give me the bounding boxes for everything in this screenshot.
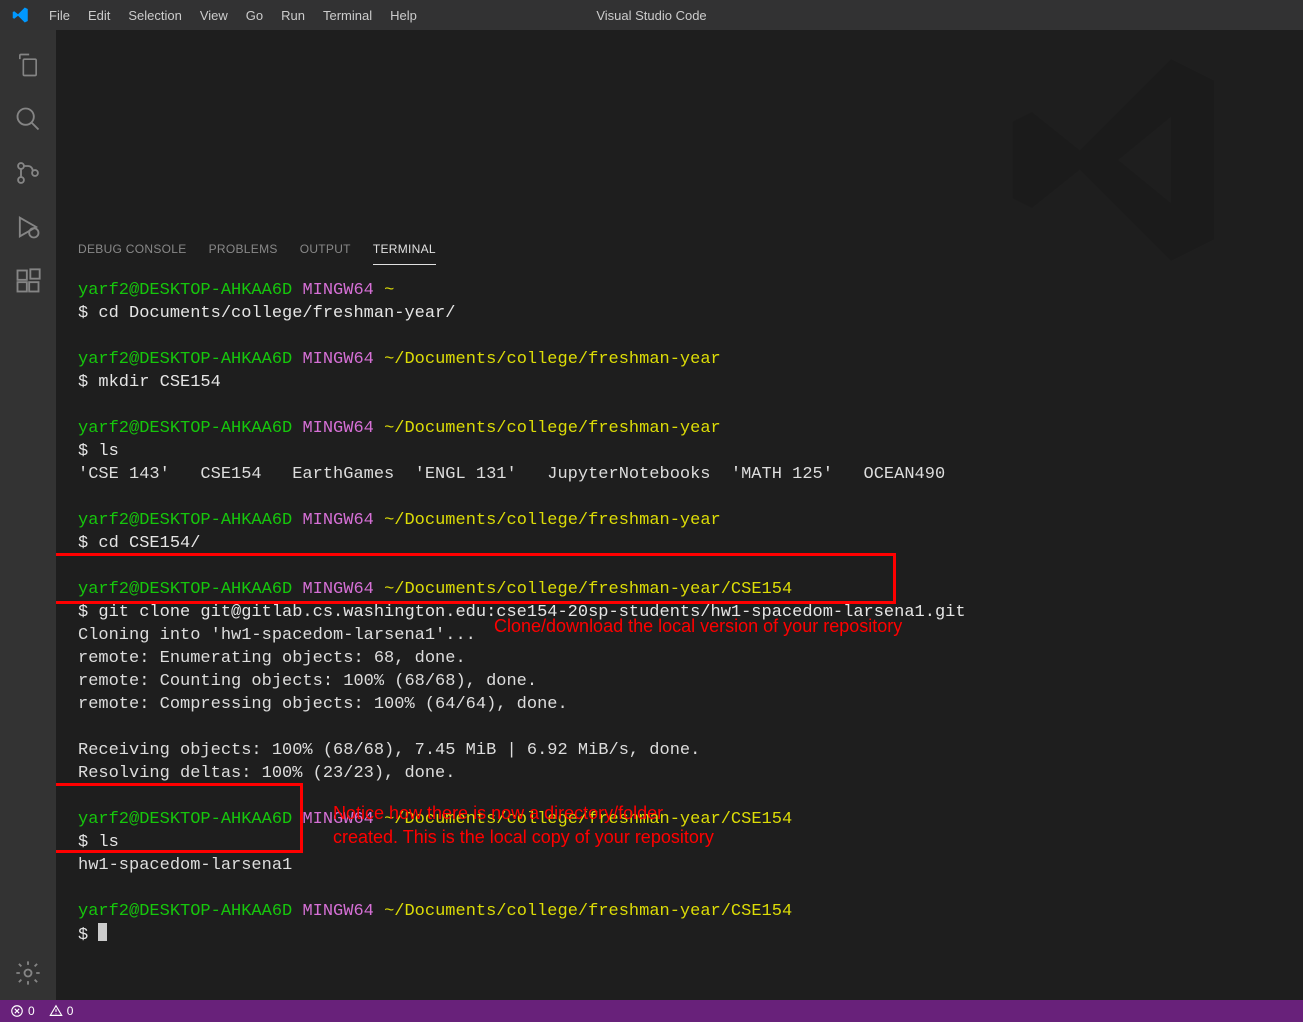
bottom-panel: DEBUG CONSOLE PROBLEMS OUTPUT TERMINAL y…: [56, 230, 1303, 1000]
activity-bar: [0, 30, 56, 1000]
menubar: File Edit Selection View Go Run Terminal…: [0, 0, 1303, 30]
settings-gear-icon[interactable]: [4, 946, 52, 1000]
annotation-text-ls: Notice how there is now a directory/fold…: [333, 801, 714, 849]
source-control-icon[interactable]: [4, 146, 52, 200]
window-title: Visual Studio Code: [596, 8, 706, 23]
menu-terminal[interactable]: Terminal: [314, 2, 381, 29]
tab-debug-console[interactable]: DEBUG CONSOLE: [78, 238, 187, 265]
terminal-command-line: $ mkdir CSE154: [78, 371, 1281, 394]
terminal-blank-line: [78, 325, 1281, 348]
terminal-output-line: Resolving deltas: 100% (23/23), done.: [78, 762, 1281, 785]
search-icon[interactable]: [4, 92, 52, 146]
menu-selection[interactable]: Selection: [119, 2, 190, 29]
terminal-prompt-line: yarf2@DESKTOP-AHKAA6D MINGW64 ~/Document…: [78, 509, 1281, 532]
terminal-view[interactable]: yarf2@DESKTOP-AHKAA6D MINGW64 ~$ cd Docu…: [56, 265, 1303, 1000]
explorer-icon[interactable]: [4, 38, 52, 92]
terminal-output-line: hw1-spacedom-larsena1: [78, 854, 1281, 877]
terminal-output-line: Receiving objects: 100% (68/68), 7.45 Mi…: [78, 739, 1281, 762]
editor-area: DEBUG CONSOLE PROBLEMS OUTPUT TERMINAL y…: [56, 30, 1303, 1000]
vscode-watermark-icon: [56, 20, 1303, 220]
menu-edit[interactable]: Edit: [79, 2, 119, 29]
menu-help[interactable]: Help: [381, 2, 426, 29]
terminal-prompt-line: yarf2@DESKTOP-AHKAA6D MINGW64 ~/Document…: [78, 348, 1281, 371]
terminal-blank-line: [78, 555, 1281, 578]
tab-terminal[interactable]: TERMINAL: [373, 238, 436, 265]
terminal-prompt-line: yarf2@DESKTOP-AHKAA6D MINGW64 ~: [78, 279, 1281, 302]
annotation-text-clone: Clone/download the local version of your…: [494, 614, 902, 638]
terminal-blank-line: [78, 486, 1281, 509]
terminal-prompt-line: yarf2@DESKTOP-AHKAA6D MINGW64 ~/Document…: [78, 417, 1281, 440]
terminal-command-line: $ cd CSE154/: [78, 532, 1281, 555]
status-errors[interactable]: 0: [10, 1004, 35, 1018]
tab-problems[interactable]: PROBLEMS: [209, 238, 278, 265]
menu-file[interactable]: File: [40, 2, 79, 29]
menu-view[interactable]: View: [191, 2, 237, 29]
terminal-blank-line: [78, 394, 1281, 417]
terminal-command-line: $ cd Documents/college/freshman-year/: [78, 302, 1281, 325]
vscode-logo-icon: [12, 6, 30, 24]
terminal-output-line: 'CSE 143' CSE154 EarthGames 'ENGL 131' J…: [78, 463, 1281, 486]
status-warnings[interactable]: 0: [49, 1004, 74, 1018]
menu-go[interactable]: Go: [237, 2, 272, 29]
terminal-output-line: remote: Enumerating objects: 68, done.: [78, 647, 1281, 670]
terminal-output-line: remote: Counting objects: 100% (68/68), …: [78, 670, 1281, 693]
terminal-prompt-line: yarf2@DESKTOP-AHKAA6D MINGW64 ~/Document…: [78, 900, 1281, 923]
terminal-blank-line: [78, 877, 1281, 900]
panel-tabs: DEBUG CONSOLE PROBLEMS OUTPUT TERMINAL: [56, 230, 1303, 265]
terminal-output-line: [78, 716, 1281, 739]
menu-run[interactable]: Run: [272, 2, 314, 29]
tab-output[interactable]: OUTPUT: [300, 238, 351, 265]
status-errors-count: 0: [28, 1004, 35, 1018]
terminal-cursor: [98, 923, 107, 941]
status-warnings-count: 0: [67, 1004, 74, 1018]
terminal-command-line: $: [78, 923, 1281, 947]
terminal-prompt-line: yarf2@DESKTOP-AHKAA6D MINGW64 ~/Document…: [78, 578, 1281, 601]
terminal-output-line: remote: Compressing objects: 100% (64/64…: [78, 693, 1281, 716]
extensions-icon[interactable]: [4, 254, 52, 308]
run-debug-icon[interactable]: [4, 200, 52, 254]
statusbar: 0 0: [0, 1000, 1303, 1022]
terminal-command-line: $ ls: [78, 440, 1281, 463]
